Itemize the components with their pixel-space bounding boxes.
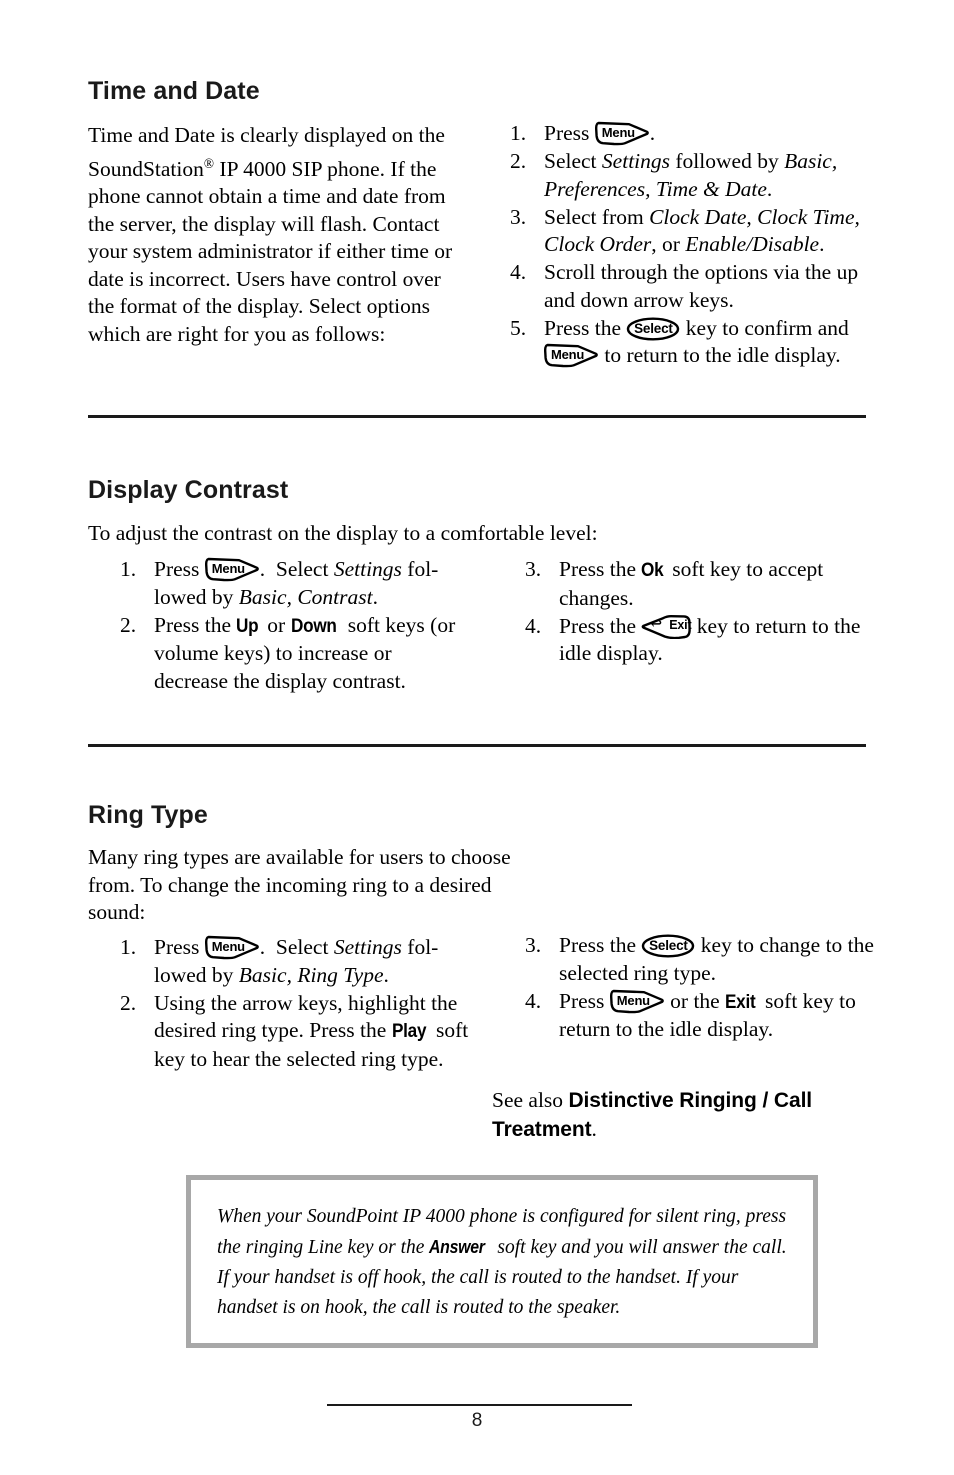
step-item: 2. Select Settings followed by Basic, Pre… [510,148,870,203]
step-number: 4. [525,613,542,638]
exit-key-icon[interactable]: ↩ Exit [641,614,692,639]
exit-arrow-icon: ↩ [650,617,663,633]
step-number: 5. [510,315,527,340]
step-number: 3. [525,933,542,957]
step-item: 4. Press Menu or the Exit soft key to ret… [525,988,875,1044]
section-heading-ring-type: Ring Type [88,801,208,829]
step-number: 2. [120,990,137,1015]
time-and-date-intro-paragraph: Time and Date is clearly displayed on th… [88,122,460,348]
note-callout-box: When your SoundPoint IP 4000 phone is co… [186,1175,818,1348]
step-number: 4. [525,988,542,1013]
menu-key-icon[interactable]: Menu [204,556,260,582]
menu-key-icon[interactable]: Menu [204,934,260,960]
step-text: Press the Select key to change to the se… [559,933,874,985]
step-item: 3. Select from Clock Date, Clock Time, Cl… [510,204,870,259]
step-item: 2. Press the Up or Down soft keys (or vol… [120,612,465,696]
step-number: 1. [510,121,527,145]
step-number: 2. [510,149,527,173]
select-key-icon[interactable]: Select [641,934,695,958]
step-number: 1. [120,557,137,581]
step-text: Scroll through the options via the up an… [544,260,859,312]
display-contrast-steps-right: 3. Press the Ok soft key to accept change… [525,556,870,668]
step-text: Press Menu or the Exit soft key to retur… [559,988,856,1042]
step-item: 4. Press the ↩ Exit key to return to the i… [525,613,870,668]
step-text: Press the ↩ Exit key to return to the idl… [559,613,861,666]
step-text: Press the Ok soft key to accept changes. [559,557,824,610]
softkey-label-up: Up [236,614,259,637]
step-text: Press Menu. Select Settings fol-lowed by… [154,934,439,987]
section-heading-time-and-date: Time and Date [88,77,260,105]
ring-type-intro-paragraph: Many ring types are available for users … [88,845,511,924]
step-text: Select Settings followed by Basic, Prefe… [544,149,838,201]
menu-key-icon[interactable]: Menu [609,988,665,1014]
softkey-label-down: Down [290,614,337,637]
step-item: 3. Press the Select key to change to the … [525,932,875,987]
display-contrast-intro-paragraph: To adjust the contrast on the display to… [88,521,598,545]
step-text: Using the arrow keys, highlight the desi… [154,990,469,1071]
footer-divider [327,1404,632,1406]
menu-key-icon[interactable]: Menu [544,342,599,368]
registered-trademark-symbol: ® [203,155,215,171]
step-item: 1. Press Menu. Select Settings fol-lowed … [120,556,465,611]
section-divider-1 [88,415,866,418]
step-text: Select from Clock Date, Clock Time, Cloc… [544,204,860,257]
softkey-label-play: Play [391,1020,427,1042]
page-number: 8 [471,1410,483,1431]
step-item: 3. Press the Ok soft key to accept change… [525,556,870,612]
step-number: 2. [120,612,137,637]
step-text: Press Menu. [544,120,656,146]
step-item: 4. Scroll through the options via the up … [510,259,870,314]
step-number: 1. [120,935,137,959]
softkey-label-answer: Answer [429,1237,485,1257]
note-text: When your SoundPoint IP 4000 phone is co… [217,1202,787,1323]
select-key-icon[interactable]: Select [626,316,680,341]
softkey-label-ok: Ok [641,559,664,581]
menu-key-icon[interactable]: Menu [594,120,650,146]
step-number: 3. [525,557,542,581]
see-also-trail: . [591,1116,597,1141]
step-item: 5. Press the Select key to confirm and Me… [510,315,870,370]
document-page: Time and Date Time and Date is clearly d… [0,0,954,1475]
step-number: 3. [510,204,527,229]
step-item: 1. Press Menu. [510,120,870,148]
section-heading-display-contrast: Display Contrast [88,476,289,504]
ring-type-steps-right: 3. Press the Select key to change to the … [525,932,875,1044]
ring-type-steps-left: 1. Press Menu. Select Settings fol-lowed … [120,934,475,1074]
see-also-reference: See also Distinctive Ringing / Call Trea… [492,1086,882,1144]
intro-text-b: IP 4000 SIP phone. If the phone cannot o… [88,156,453,346]
see-also-lead: See also [492,1087,569,1112]
display-contrast-steps-left: 1. Press Menu. Select Settings fol-lowed … [120,556,465,696]
step-number: 4. [510,260,527,284]
section-divider-2 [88,744,866,747]
step-text: Press the Up or Down soft keys (or volum… [154,612,456,693]
softkey-label-exit: Exit [725,990,756,1013]
step-item: 1. Press Menu. Select Settings fol-lowed … [120,934,475,989]
step-text: Press the Select key to confirm and Menu… [544,315,849,368]
step-item: 2. Using the arrow keys, highlight the de… [120,990,475,1074]
step-text: Press Menu. Select Settings fol-lowed by… [154,556,439,609]
time-and-date-steps: 1. Press Menu. 2. Select Settings followed… [510,120,870,370]
